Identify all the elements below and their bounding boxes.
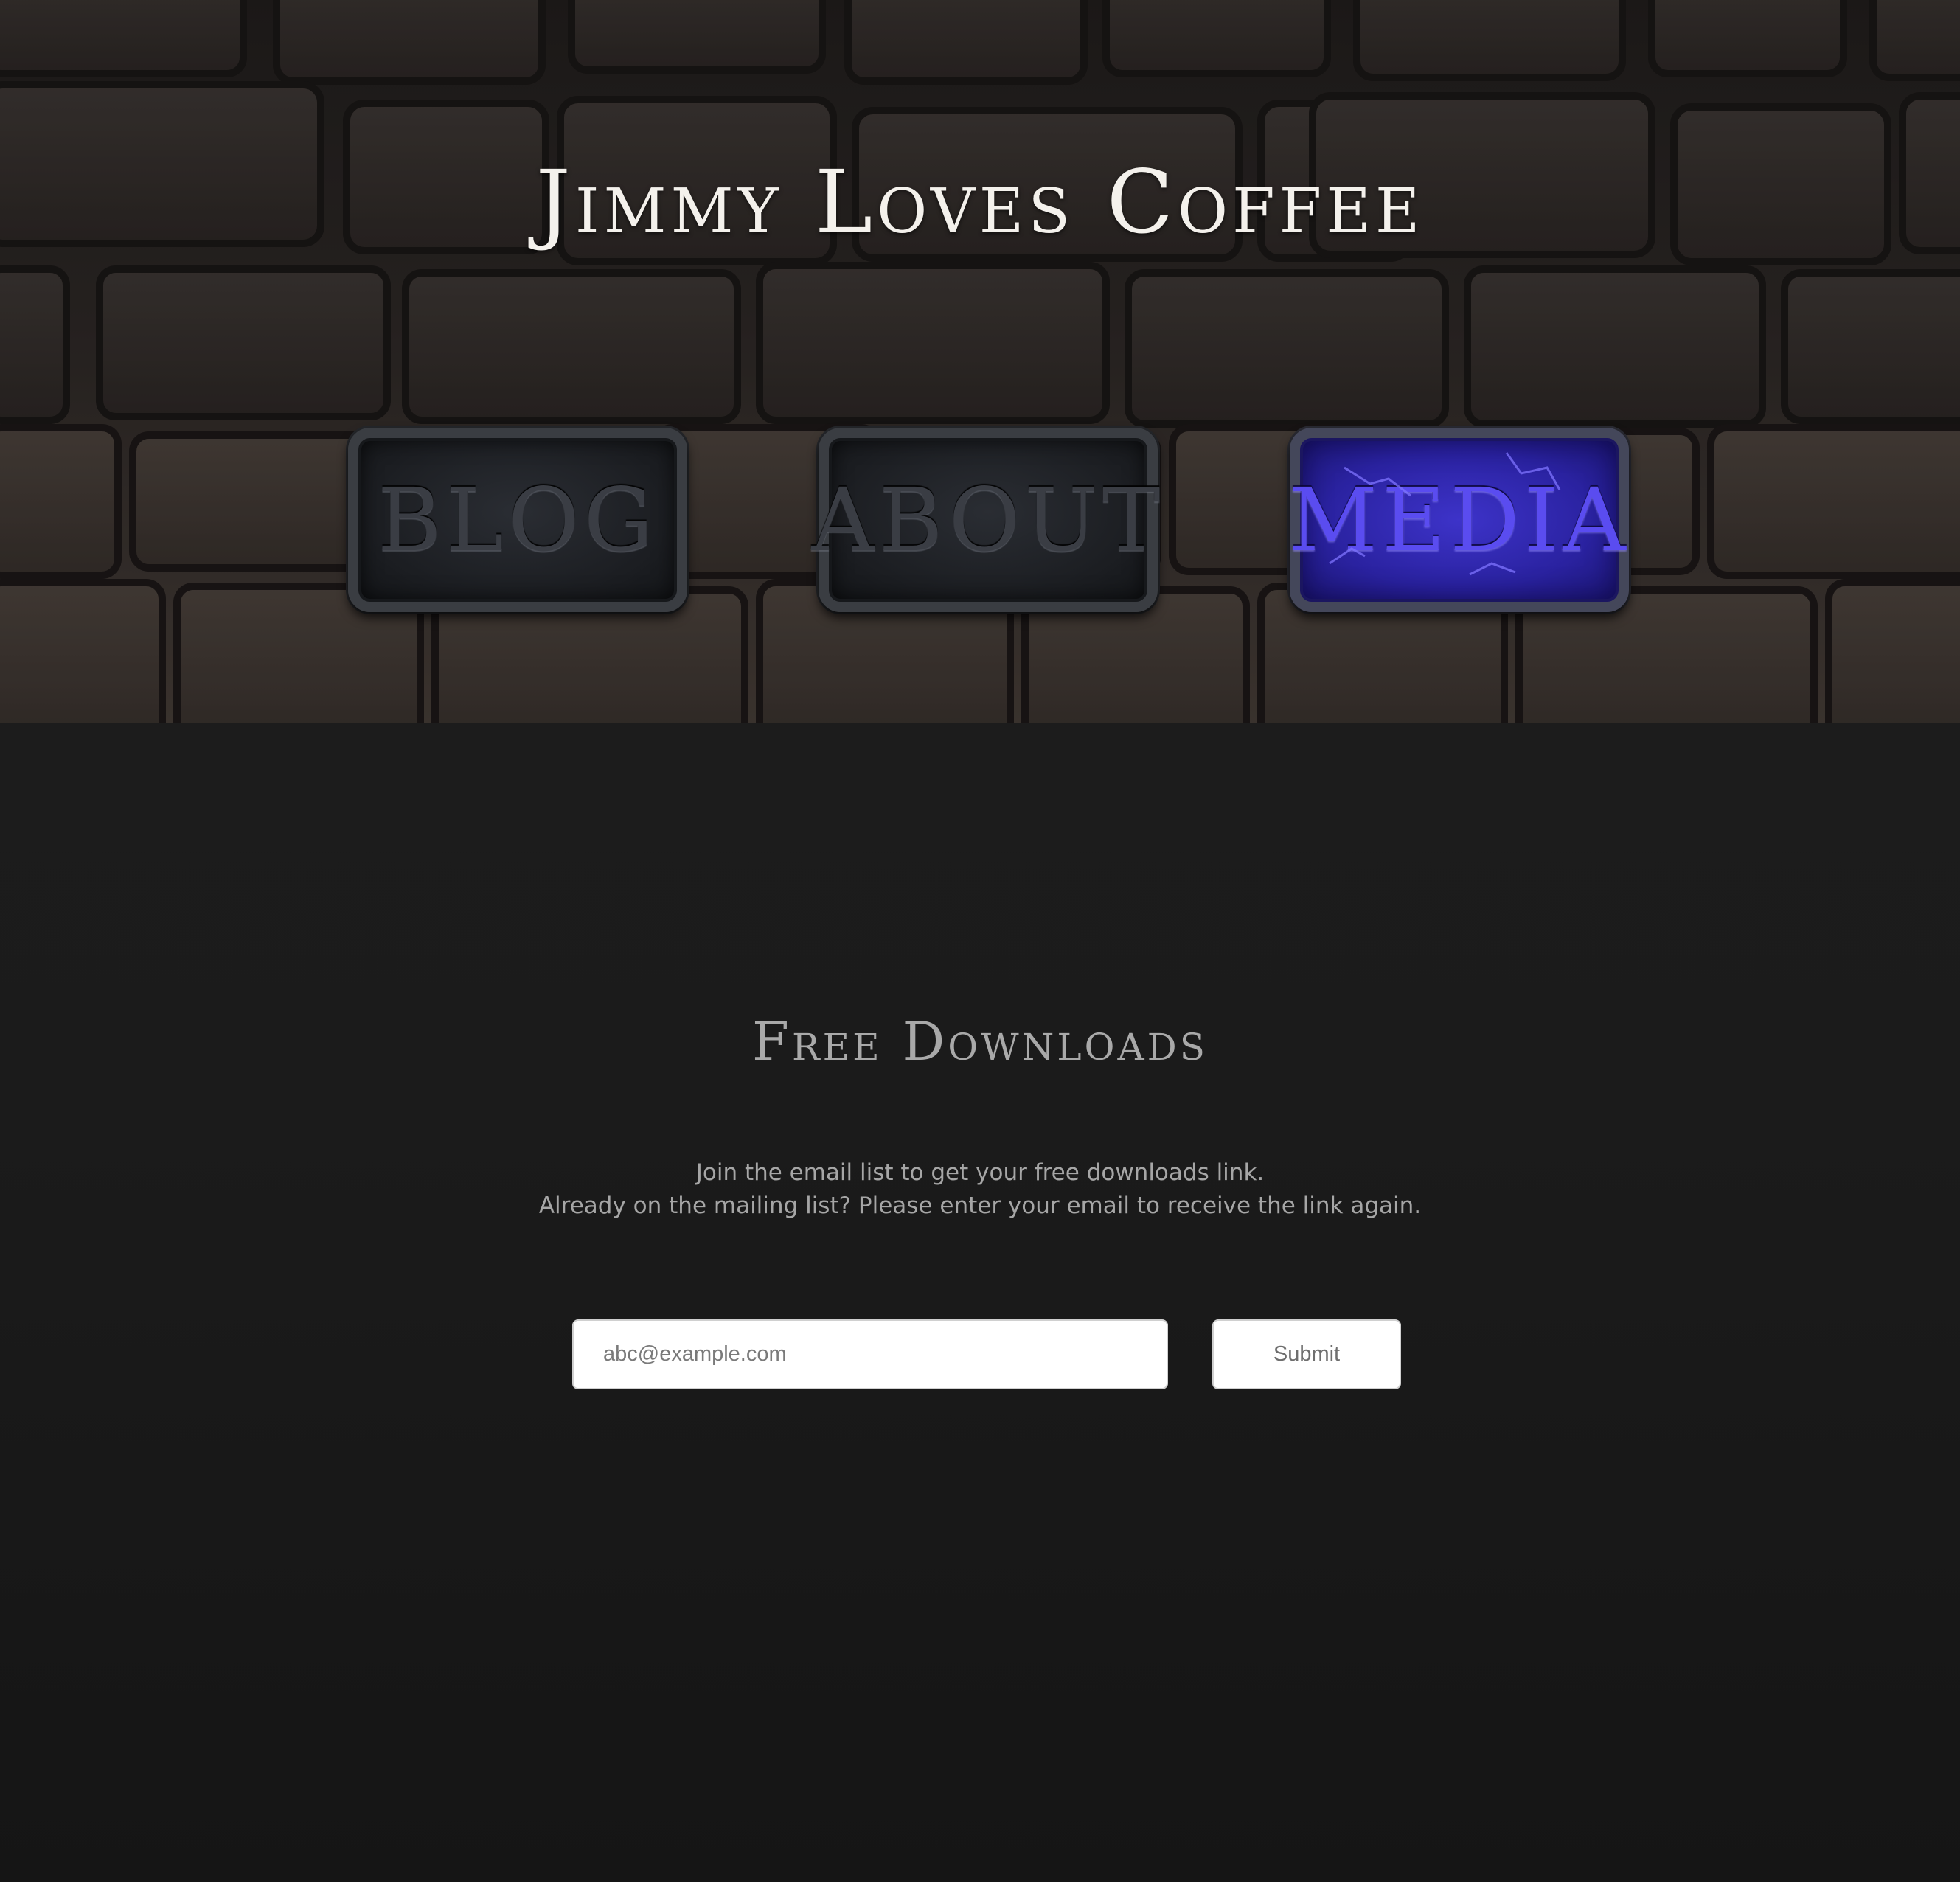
- intro-line-1: Join the email list to get your free dow…: [695, 1159, 1265, 1186]
- header-banner: Jimmy Loves Coffee BLOG ABOUT MEDIA: [0, 0, 1960, 723]
- nav-blog-label: BLOG: [377, 469, 658, 571]
- intro-line-2: Already on the mailing list? Please ente…: [538, 1192, 1422, 1219]
- stone-wall-background: [0, 0, 1960, 723]
- downloads-intro: Join the email list to get your free dow…: [0, 1156, 1960, 1223]
- site-title: Jimmy Loves Coffee: [535, 151, 1425, 253]
- submit-button[interactable]: Submit: [1212, 1319, 1401, 1389]
- nav-media-button[interactable]: MEDIA: [1288, 428, 1630, 612]
- nav-about-label: ABOUT: [811, 469, 1165, 571]
- nav-about-button[interactable]: ABOUT: [812, 428, 1161, 612]
- page: Jimmy Loves Coffee BLOG ABOUT MEDIA Free…: [0, 0, 1960, 1882]
- email-input[interactable]: [572, 1319, 1168, 1389]
- downloads-title: Free Downloads: [752, 1010, 1208, 1072]
- nav-blog-button[interactable]: BLOG: [348, 428, 687, 612]
- nav-media-label: MEDIA: [1288, 469, 1630, 571]
